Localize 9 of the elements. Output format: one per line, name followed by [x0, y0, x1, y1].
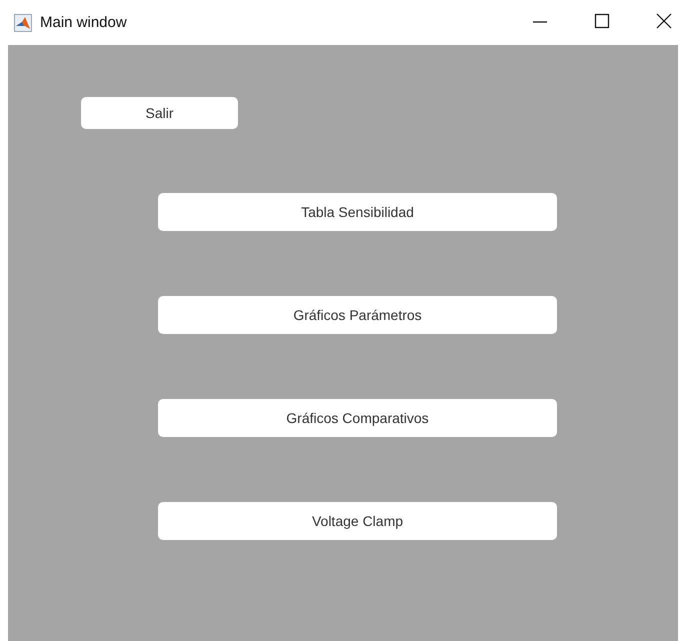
maximize-icon[interactable] [594, 12, 610, 28]
window-title: Main window [40, 14, 127, 31]
menu-button[interactable]: Voltage Clamp [158, 502, 557, 540]
close-icon[interactable] [656, 12, 672, 28]
menu-button[interactable]: Gráficos Parámetros [158, 296, 557, 334]
menu-button[interactable]: Gráficos Comparativos [158, 399, 557, 437]
app-icon [14, 14, 32, 32]
exit-button[interactable]: Salir [81, 97, 238, 129]
menu-button[interactable]: Tabla Sensibilidad [158, 193, 557, 231]
